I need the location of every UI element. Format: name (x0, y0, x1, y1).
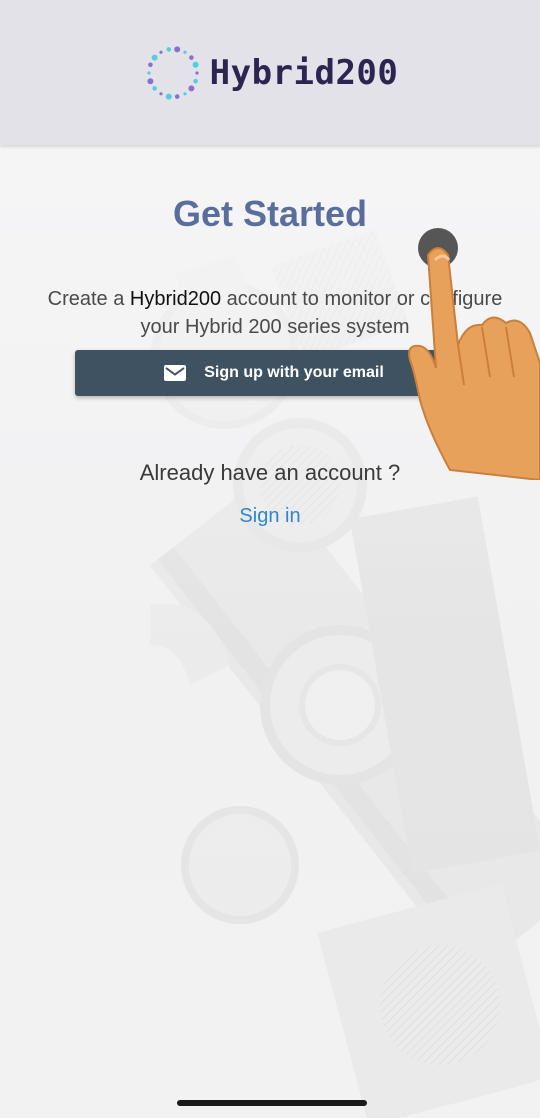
logo-dot (147, 70, 151, 75)
logo-dot (183, 91, 187, 95)
logo-dot (166, 46, 171, 52)
logo-dot (159, 50, 163, 54)
logo-dot (188, 84, 195, 91)
description-brand: Hybrid200 (129, 288, 222, 310)
logo-dot (192, 61, 199, 68)
app-header: Hybrid200 (0, 0, 540, 145)
logo-dot (173, 45, 180, 52)
pointing-hand-icon (408, 228, 540, 480)
dotted-ring-logo-icon (147, 45, 199, 100)
logo-dot (151, 54, 158, 61)
logo-dot (151, 85, 157, 91)
mail-icon (164, 365, 187, 381)
home-indicator[interactable] (177, 1100, 367, 1106)
brand-logo: Hybrid200 (142, 42, 399, 104)
sign-in-link[interactable]: Sign in (0, 505, 540, 528)
description-prefix: Create a (47, 288, 130, 310)
logo-dot (183, 50, 187, 54)
logo-dot (188, 54, 194, 60)
brand-name: Hybrid200 (209, 52, 399, 93)
logo-dot (195, 70, 199, 75)
logo-dot (159, 91, 163, 95)
logo-dot (147, 62, 153, 67)
logo-dot (165, 93, 172, 100)
logo-dot (192, 78, 198, 83)
logo-dot (174, 93, 180, 99)
signup-button-label: Sign up with your email (204, 364, 384, 381)
logo-dot (147, 77, 154, 84)
